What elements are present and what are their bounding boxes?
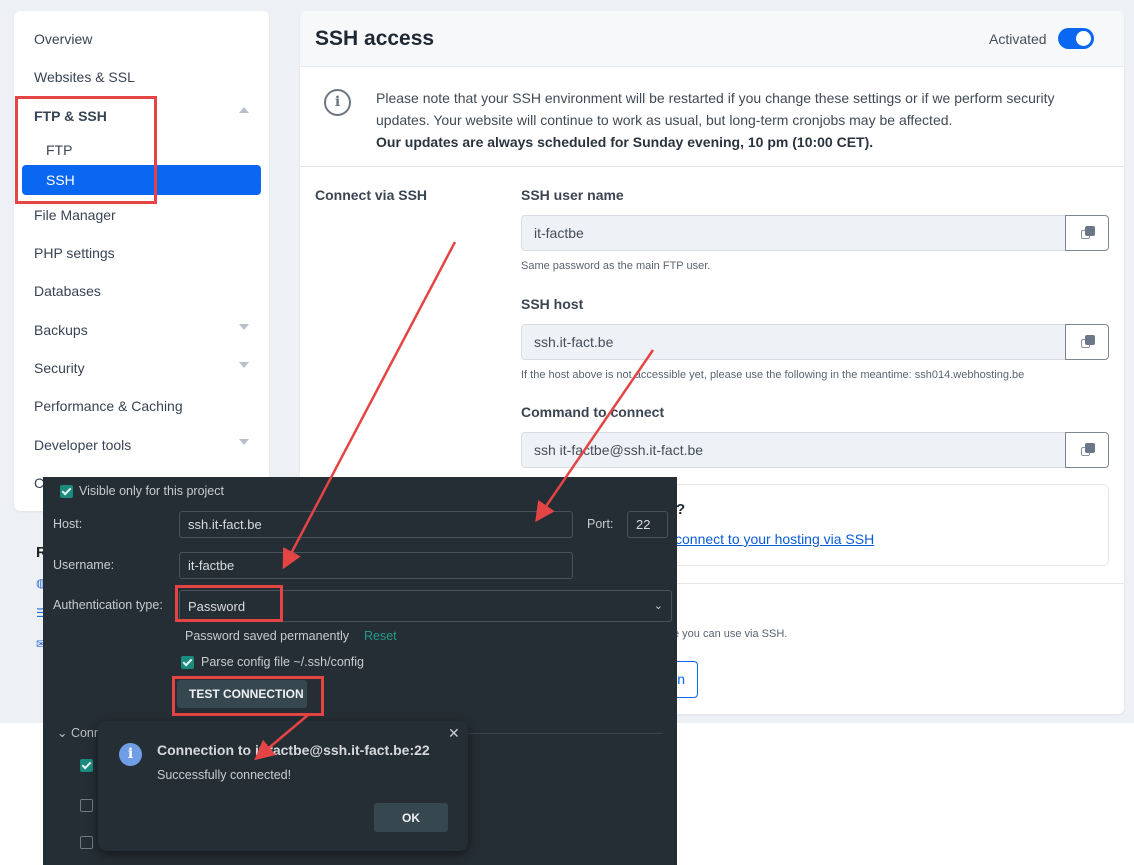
copy-icon — [1081, 443, 1095, 457]
port-input[interactable]: 22 — [627, 511, 668, 538]
help-question: ? — [676, 501, 686, 518]
username-label: Username: — [53, 558, 115, 572]
ssh-host-value[interactable]: ssh.it-fact.be — [521, 324, 1066, 360]
field-label-host: SSH host — [521, 296, 584, 312]
toggle-knob — [1076, 31, 1091, 46]
option-checkbox-3[interactable] — [80, 836, 93, 849]
connection-section-label: Conn — [70, 726, 101, 740]
sidebar-item-performance-caching[interactable]: Performance & Caching — [34, 398, 183, 414]
copy-icon — [1081, 335, 1095, 349]
field-label-user: SSH user name — [521, 187, 624, 203]
ssh-command-field: ssh it-factbe@ssh.it-fact.be — [521, 432, 1109, 468]
visible-only-label: Visible only for this project — [79, 484, 224, 498]
sidebar-item-backups[interactable]: Backups — [34, 322, 88, 338]
username-input[interactable]: it-factbe — [179, 552, 573, 579]
field-label-command: Command to connect — [521, 404, 665, 420]
auth-type-label: Authentication type: — [53, 598, 163, 612]
sidebar-item-developer-tools[interactable]: Developer tools — [34, 437, 131, 453]
sidebar-item-php-settings[interactable]: PHP settings — [34, 245, 115, 261]
chevron-down-icon[interactable] — [239, 439, 249, 445]
chevron-down-icon: ⌄ — [653, 600, 663, 612]
sidebar-item-databases[interactable]: Databases — [34, 283, 101, 299]
section-label-connect: Connect via SSH — [315, 187, 428, 203]
port-label: Port: — [587, 517, 614, 531]
annotation-highlight-ftp-ssh — [15, 96, 157, 204]
option-checkbox-1[interactable] — [80, 759, 93, 772]
screenshot-stage: Overview Websites & SSL FTP & SSH FTP SS… — [0, 0, 1134, 865]
ssh-note: e you can use via SSH. — [673, 628, 788, 640]
outline-button-label: n — [677, 671, 685, 687]
copy-icon — [1081, 226, 1095, 240]
connection-section-toggle[interactable]: ⌄ Conn — [57, 725, 101, 740]
help-link[interactable]: connect to your hosting via SSH — [675, 531, 874, 547]
popup-message: Successfully connected! — [157, 768, 292, 782]
username-hint: Same password as the main FTP user. — [521, 260, 711, 272]
notice-body: Please note that your SSH environment wi… — [376, 90, 1055, 128]
visible-only-checkbox[interactable] — [60, 485, 73, 498]
annotation-highlight-auth — [175, 585, 283, 622]
copy-command-button[interactable] — [1065, 432, 1109, 468]
card-header: SSH access Activated — [300, 11, 1124, 67]
sidebar-item-security[interactable]: Security — [34, 360, 85, 376]
host-label: Host: — [53, 517, 83, 531]
host-input[interactable]: ssh.it-fact.be — [179, 511, 573, 538]
popup-title: Connection to it-factbe@ssh.it-fact.be:2… — [157, 742, 430, 758]
notice-bold: Our updates are always scheduled for Sun… — [376, 134, 874, 150]
info-icon: i — [324, 89, 351, 116]
toggle-label: Activated — [989, 31, 1047, 47]
reset-link[interactable]: Reset — [364, 629, 397, 643]
info-icon: i — [119, 743, 142, 766]
ssh-host-field: ssh.it-fact.be — [521, 324, 1109, 360]
sidebar-item-overview[interactable]: Overview — [34, 31, 92, 47]
sidebar-item-websites-ssl[interactable]: Websites & SSL — [34, 69, 135, 85]
sidebar-item-file-manager[interactable]: File Manager — [34, 207, 116, 223]
notice-text: Please note that your SSH environment wi… — [376, 87, 1096, 153]
sidebar: Overview Websites & SSL FTP & SSH FTP SS… — [14, 11, 269, 511]
host-hint: If the host above is not accessible yet,… — [521, 369, 1025, 381]
copy-username-button[interactable] — [1065, 215, 1109, 251]
info-notice: i Please note that your SSH environment … — [300, 68, 1124, 167]
copy-host-button[interactable] — [1065, 324, 1109, 360]
parse-config-checkbox[interactable] — [181, 656, 194, 669]
page-title: SSH access — [315, 27, 435, 50]
parse-config-label: Parse config file ~/.ssh/config — [201, 655, 364, 669]
ssh-activated-toggle[interactable] — [1058, 28, 1094, 49]
ok-button[interactable]: OK — [374, 803, 448, 832]
ok-label: OK — [402, 811, 420, 825]
password-saved-text: Password saved permanently — [185, 629, 349, 643]
close-icon[interactable]: ✕ — [448, 725, 460, 742]
ssh-username-field: it-factbe — [521, 215, 1109, 251]
annotation-highlight-test — [172, 676, 324, 716]
ssh-command-value[interactable]: ssh it-factbe@ssh.it-fact.be — [521, 432, 1066, 468]
option-checkbox-2[interactable] — [80, 799, 93, 812]
chevron-down-icon[interactable] — [239, 324, 249, 330]
chevron-down-icon[interactable] — [239, 362, 249, 368]
connection-success-popup: i Connection to it-factbe@ssh.it-fact.be… — [98, 721, 468, 851]
chevron-up-icon[interactable] — [239, 107, 249, 113]
ssh-username-value[interactable]: it-factbe — [521, 215, 1066, 251]
